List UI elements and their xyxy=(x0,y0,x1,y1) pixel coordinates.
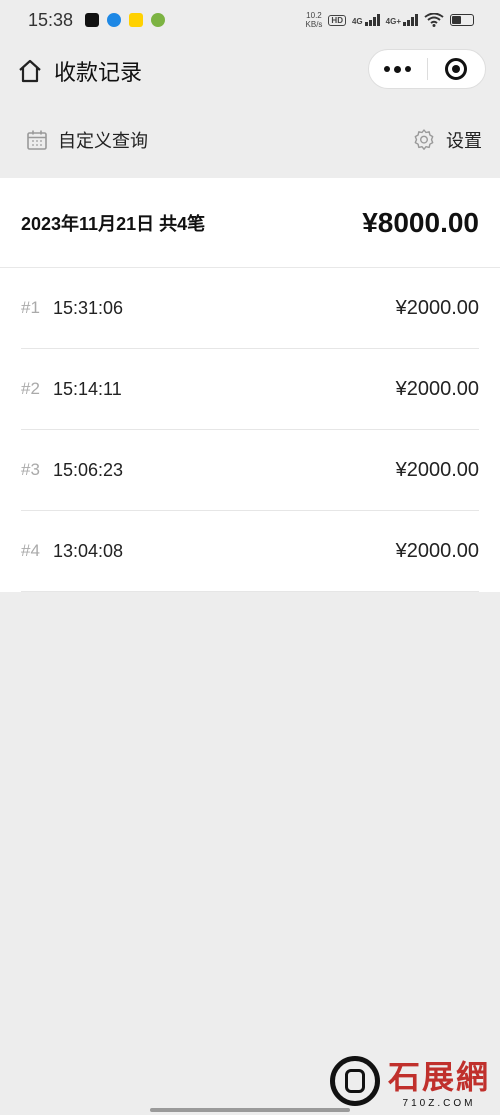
record-amount: ¥2000.00 xyxy=(395,458,479,481)
record-time: 13:04:08 xyxy=(53,540,124,561)
record-left: #1 15:31:06 xyxy=(21,298,123,319)
custom-query-label: 自定义查询 xyxy=(58,131,148,151)
watermark-seal-icon xyxy=(329,1055,380,1106)
records-list: #1 15:31:06 ¥2000.00 #2 15:14:11 ¥2000.0… xyxy=(0,268,500,592)
record-time: 15:31:06 xyxy=(53,297,124,318)
signal-bars-icon xyxy=(364,14,380,26)
record-row[interactable]: #4 13:04:08 ¥2000.00 xyxy=(21,511,479,592)
record-time: 15:14:11 xyxy=(53,378,122,399)
filter-row: 自定义查询 设置 xyxy=(0,102,500,178)
record-amount: ¥2000.00 xyxy=(395,377,479,400)
signal-2: 4G+ xyxy=(386,14,418,26)
net-speed-unit: KB/s xyxy=(305,20,323,29)
app-icon xyxy=(151,13,166,27)
home-indicator[interactable] xyxy=(150,1108,350,1112)
records-card: 2023年11月21日 共4笔 ¥8000.00 #1 15:31:06 ¥20… xyxy=(0,178,500,592)
record-amount: ¥2000.00 xyxy=(395,296,479,319)
summary-date-count: 2023年11月21日 共4笔 xyxy=(21,213,206,234)
more-menu-button[interactable] xyxy=(369,50,427,88)
record-left: #3 15:06:23 xyxy=(21,460,123,481)
network-type-2: 4G+ xyxy=(385,17,401,26)
hd-badge: HD xyxy=(328,14,346,26)
site-watermark: 石展網 710Z.COM xyxy=(329,1052,490,1109)
custom-query-button[interactable]: 自定义查询 xyxy=(26,127,148,153)
meituan-icon xyxy=(129,13,144,27)
home-icon xyxy=(19,59,41,83)
battery-icon xyxy=(450,14,474,26)
capcut-icon xyxy=(85,13,100,27)
record-row[interactable]: #2 15:14:11 ¥2000.00 xyxy=(21,349,479,430)
wifi-icon xyxy=(424,13,444,27)
net-speed-value: 10.2 xyxy=(306,11,322,20)
signal-bars-icon xyxy=(403,14,418,26)
target-close-icon xyxy=(445,58,468,80)
gear-icon xyxy=(414,129,434,150)
summary-total-amount: ¥8000.00 xyxy=(362,206,479,238)
network-type-1: 4G xyxy=(351,17,363,26)
calendar-icon xyxy=(27,130,47,150)
settings-label: 设置 xyxy=(446,131,482,151)
home-button[interactable] xyxy=(16,57,44,85)
signal-1: 4G xyxy=(352,14,380,26)
record-row[interactable]: #1 15:31:06 ¥2000.00 xyxy=(21,268,479,349)
close-mini-program-button[interactable] xyxy=(428,50,486,88)
status-right: 10.2 KB/s HD 4G 4G+ xyxy=(306,11,474,29)
record-left: #2 15:14:11 xyxy=(21,379,122,400)
day-summary: 2023年11月21日 共4笔 ¥8000.00 xyxy=(0,178,500,268)
record-index: #4 xyxy=(21,541,40,560)
record-index: #1 xyxy=(21,298,40,317)
mini-program-capsule xyxy=(368,49,486,89)
net-speed: 10.2 KB/s xyxy=(306,11,323,29)
watermark-name: 石展網 xyxy=(387,1058,490,1096)
more-dots-icon xyxy=(384,65,412,73)
browser-icon xyxy=(107,13,122,27)
page-title: 收款记录 xyxy=(54,60,143,85)
settings-button[interactable]: 设置 xyxy=(412,127,482,153)
record-index: #2 xyxy=(21,379,40,398)
record-amount: ¥2000.00 xyxy=(395,539,479,562)
record-time: 15:06:23 xyxy=(53,459,124,480)
record-index: #3 xyxy=(21,460,40,479)
record-left: #4 13:04:08 xyxy=(21,541,123,562)
nav-bar: 收款记录 xyxy=(0,40,500,102)
status-time: 15:38 xyxy=(28,9,74,30)
record-row[interactable]: #3 15:06:23 ¥2000.00 xyxy=(21,430,479,511)
watermark-domain: 710Z.COM xyxy=(402,1098,476,1109)
status-bar: 15:38 10.2 KB/s HD 4G 4G+ xyxy=(0,0,500,40)
status-left: 15:38 xyxy=(28,9,166,31)
watermark-text: 石展網 710Z.COM xyxy=(388,1052,490,1109)
